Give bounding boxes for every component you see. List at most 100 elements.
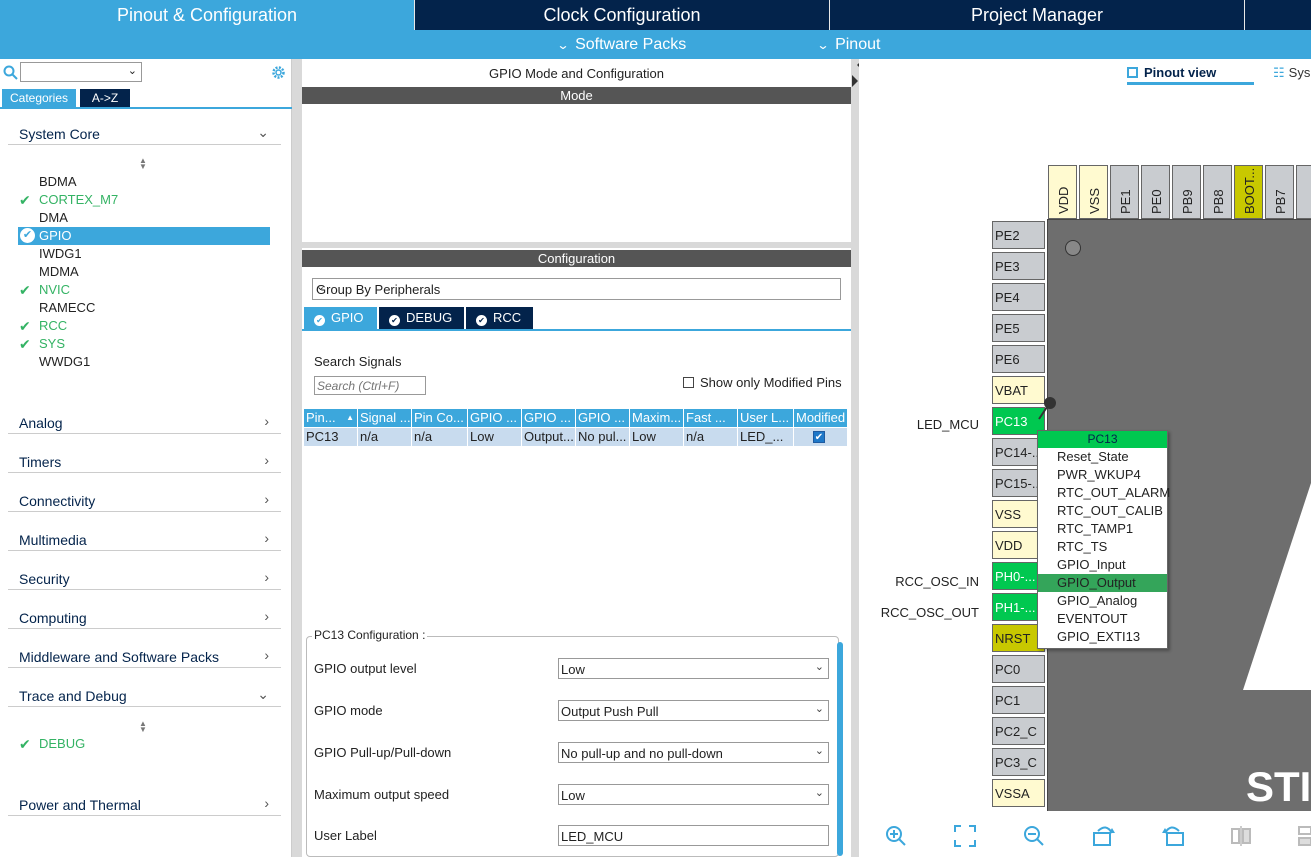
tab-debug[interactable]: ✔ DEBUG <box>379 307 464 329</box>
pinout-menu[interactable]: ⌄ Pinout <box>816 30 880 59</box>
cell-signal[interactable]: n/a <box>358 428 412 446</box>
cell-fast-mode[interactable]: n/a <box>684 428 738 446</box>
cell-pin[interactable]: PC13 <box>304 428 358 446</box>
category-power-thermal[interactable]: Power and Thermal › <box>8 794 281 816</box>
periph-ramecc[interactable]: RAMECC <box>39 299 95 317</box>
pin-vssa[interactable]: VSSA <box>992 779 1045 807</box>
pin-pb8[interactable]: PB8 <box>1203 165 1232 219</box>
col-fast-mode[interactable]: Fast ... <box>684 409 738 427</box>
pin-pe0[interactable]: PE0 <box>1141 165 1170 219</box>
sort-icon[interactable]: ▲ ▼ <box>139 157 147 171</box>
periph-sys[interactable]: ✔ SYS <box>19 335 65 353</box>
tab-a-to-z[interactable]: A->Z <box>80 89 130 107</box>
pin-pc3-c[interactable]: PC3_C <box>992 748 1045 776</box>
tab-tools[interactable] <box>1245 0 1311 30</box>
signal-label-ph0[interactable]: RCC_OSC_IN <box>895 574 979 589</box>
cell-gpio-pull[interactable]: No pul... <box>576 428 630 446</box>
search-icon[interactable] <box>3 65 18 80</box>
signal-label-ph1[interactable]: RCC_OSC_OUT <box>881 605 979 620</box>
flip-horizontal-icon[interactable] <box>1297 825 1311 847</box>
pin-pc0[interactable]: PC0 <box>992 655 1045 683</box>
col-pin-context[interactable]: Pin Co... <box>412 409 468 427</box>
category-trace-debug[interactable]: Trace and Debug ⌄ <box>8 685 281 707</box>
col-gpio-output-level[interactable]: GPIO ... <box>468 409 522 427</box>
signal-label-pc13[interactable]: LED_MCU <box>917 417 979 432</box>
pin-partial-top[interactable] <box>1296 165 1311 219</box>
menu-item-gpio-output[interactable]: GPIO_Output <box>1038 574 1167 592</box>
pin-pb9[interactable]: PB9 <box>1172 165 1201 219</box>
periph-gpio[interactable]: ✔ GPIO <box>18 227 270 245</box>
menu-item-gpio-analog[interactable]: GPIO_Analog <box>1038 592 1167 610</box>
periph-wwdg1[interactable]: WWDG1 <box>39 353 90 371</box>
pushpin-icon[interactable] <box>1036 395 1060 423</box>
pin-pc2-c[interactable]: PC2_C <box>992 717 1045 745</box>
col-gpio-mode[interactable]: GPIO ... <box>522 409 576 427</box>
cell-pin-context[interactable]: n/a <box>412 428 468 446</box>
cell-gpio-output-level[interactable]: Low <box>468 428 522 446</box>
pin-pe6[interactable]: PE6 <box>992 345 1045 373</box>
gpio-output-level-select[interactable]: Low ⌄ <box>558 658 829 679</box>
max-output-speed-select[interactable]: Low ⌄ <box>558 784 829 805</box>
pin-pc1[interactable]: PC1 <box>992 686 1045 714</box>
rotate-right-icon[interactable] <box>1092 825 1116 847</box>
mode-config-splitter[interactable] <box>302 242 851 248</box>
cell-max-speed[interactable]: Low <box>630 428 684 446</box>
cell-user-label[interactable]: LED_... <box>738 428 794 446</box>
tab-pinout-configuration[interactable]: Pinout & Configuration <box>0 0 414 30</box>
col-user-label[interactable]: User L... <box>738 409 794 427</box>
col-gpio-pull[interactable]: GPIO ... <box>576 409 630 427</box>
pin-vdd-top[interactable]: VDD <box>1048 165 1077 219</box>
pin-vss-top[interactable]: VSS <box>1079 165 1108 219</box>
menu-item-pwr-wkup4[interactable]: PWR_WKUP4 <box>1038 466 1167 484</box>
periph-dma[interactable]: DMA <box>39 209 68 227</box>
menu-item-gpio-input[interactable]: GPIO_Input <box>1038 556 1167 574</box>
tab-project-manager[interactable]: Project Manager <box>830 0 1244 30</box>
gpio-mode-select[interactable]: Output Push Pull ⌄ <box>558 700 829 721</box>
periph-nvic[interactable]: ✔ NVIC <box>19 281 70 299</box>
category-security[interactable]: Security › <box>8 568 281 590</box>
config-scrollbar[interactable] <box>837 642 843 856</box>
zoom-in-icon[interactable] <box>885 825 907 847</box>
pin-pe2[interactable]: PE2 <box>992 221 1045 249</box>
col-max-speed[interactable]: Maxim... <box>630 409 684 427</box>
cell-modified[interactable]: ✔ <box>794 428 848 446</box>
category-middleware[interactable]: Middleware and Software Packs › <box>8 646 281 668</box>
periph-iwdg1[interactable]: IWDG1 <box>39 245 82 263</box>
panel-splitter[interactable] <box>292 59 302 857</box>
gpio-pull-select[interactable]: No pull-up and no pull-down ⌄ <box>558 742 829 763</box>
menu-item-rtc-out-alarm[interactable]: RTC_OUT_ALARM <box>1038 484 1170 502</box>
software-packs-menu[interactable]: ⌄ Software Packs <box>556 30 686 59</box>
category-timers[interactable]: Timers › <box>8 451 281 473</box>
tab-pinout-view[interactable]: Pinout view <box>1127 65 1216 80</box>
panel-splitter[interactable] <box>851 59 863 857</box>
pin-pe4[interactable]: PE4 <box>992 283 1045 311</box>
tab-categories[interactable]: Categories <box>2 89 76 107</box>
tab-gpio[interactable]: ✔ GPIO <box>304 307 377 329</box>
category-multimedia[interactable]: Multimedia › <box>8 529 281 551</box>
tab-clock-configuration[interactable]: Clock Configuration <box>415 0 829 30</box>
zoom-out-icon[interactable] <box>1023 825 1045 847</box>
periph-debug[interactable]: ✔ DEBUG <box>19 735 85 753</box>
pin-boot0[interactable]: BOOT... <box>1234 165 1263 219</box>
periph-bdma[interactable]: BDMA <box>39 173 77 191</box>
search-signals-input[interactable] <box>314 376 426 395</box>
pin-pe3[interactable]: PE3 <box>992 252 1045 280</box>
menu-item-gpio-exti13[interactable]: GPIO_EXTI13 <box>1038 628 1167 646</box>
menu-item-rtc-ts[interactable]: RTC_TS <box>1038 538 1167 556</box>
category-analog[interactable]: Analog › <box>8 412 281 434</box>
menu-item-eventout[interactable]: EVENTOUT <box>1038 610 1167 628</box>
tab-system-view[interactable]: ☷ Sys <box>1273 65 1310 81</box>
periph-mdma[interactable]: MDMA <box>39 263 79 281</box>
pin-pb7[interactable]: PB7 <box>1265 165 1294 219</box>
rotate-left-icon[interactable] <box>1161 825 1185 847</box>
menu-item-rtc-tamp1[interactable]: RTC_TAMP1 <box>1038 520 1167 538</box>
show-modified-checkbox[interactable] <box>683 377 694 388</box>
sort-icon[interactable]: ▲ ▼ <box>139 720 147 734</box>
group-by-select[interactable]: Group By Peripherals ⌄ <box>312 278 841 300</box>
pin-pe5[interactable]: PE5 <box>992 314 1045 342</box>
periph-rcc[interactable]: ✔ RCC <box>19 317 67 335</box>
flip-vertical-icon[interactable] <box>1230 825 1252 847</box>
fit-screen-icon[interactable] <box>954 825 976 847</box>
col-pin[interactable]: Pin... ▲ <box>304 409 358 427</box>
expand-arrow-icon[interactable] <box>852 75 858 87</box>
